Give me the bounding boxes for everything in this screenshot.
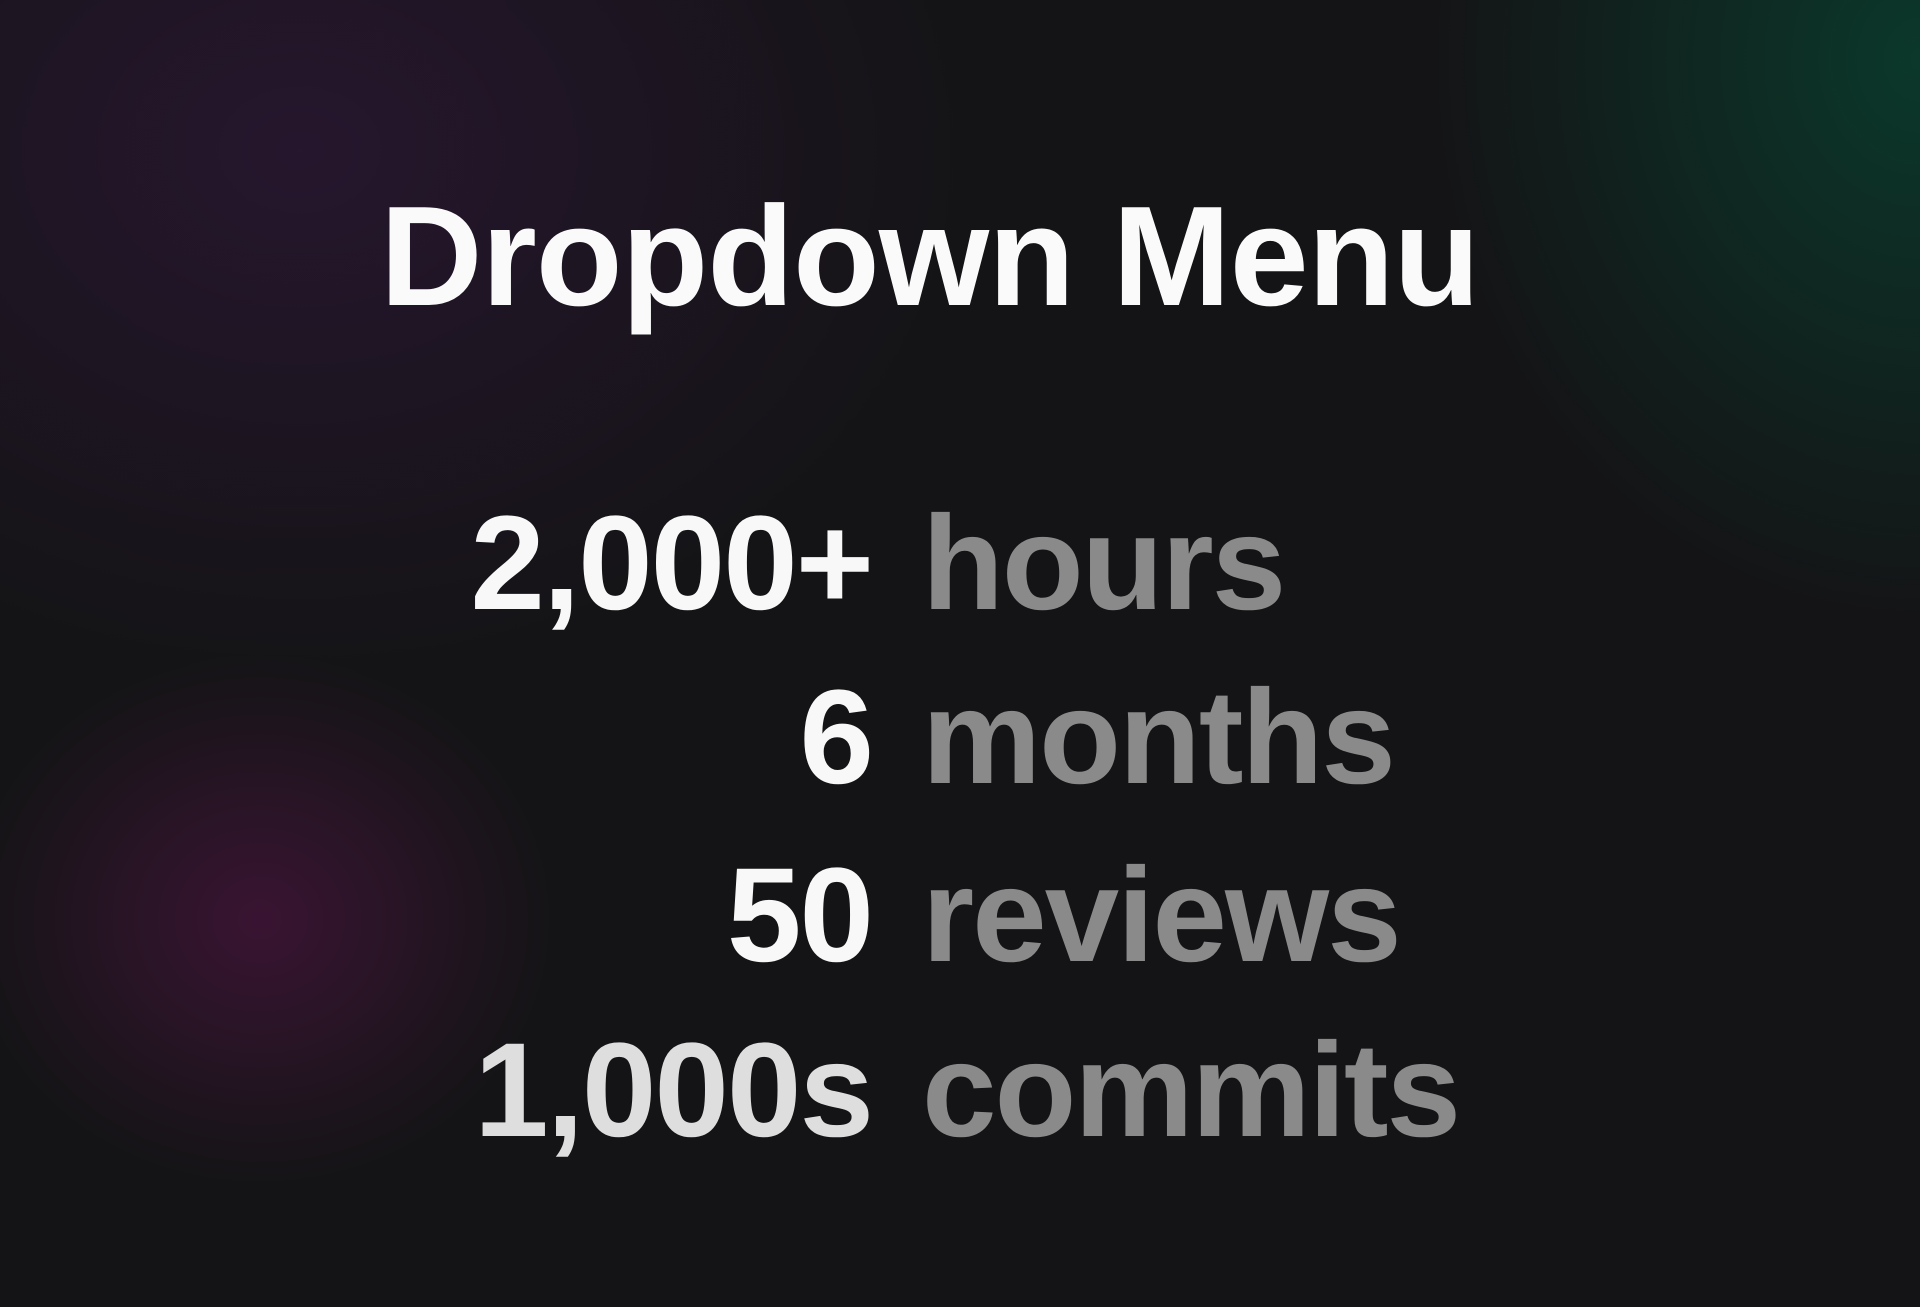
page-title: Dropdown Menu (380, 177, 1480, 336)
stat-label: hours (922, 489, 1286, 638)
stat-label: commits (922, 1016, 1461, 1165)
stat-value: 6 (799, 663, 874, 812)
stat-value: 1,000s (474, 1016, 874, 1165)
stat-label: months (922, 663, 1396, 812)
stat-label: reviews (922, 841, 1402, 990)
stat-value: 2,000+ (470, 489, 874, 638)
stat-value: 50 (726, 841, 874, 990)
